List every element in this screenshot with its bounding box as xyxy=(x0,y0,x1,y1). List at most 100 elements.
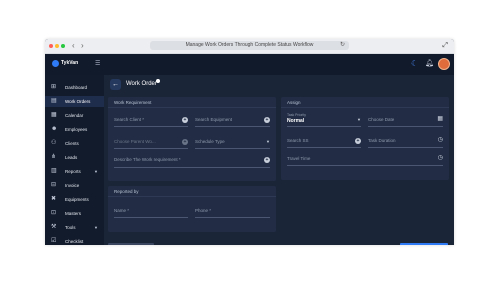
add-equipment-icon[interactable]: + xyxy=(264,117,270,123)
address-text: Manage Work Orders Through Complete Stat… xyxy=(185,42,314,48)
sidebar-item-reports[interactable]: ▥ Reports ▼ xyxy=(45,166,104,177)
sidebar-item-label: Employees xyxy=(65,127,88,132)
maximize-window-dot[interactable] xyxy=(61,44,65,48)
minimize-window-dot[interactable] xyxy=(55,44,59,48)
sidebar-item-clients[interactable]: ⚇ Clients xyxy=(45,138,104,149)
invoice-icon: ⊟ xyxy=(51,182,57,188)
app-window: ‹ › Manage Work Orders Through Complete … xyxy=(45,39,454,245)
moon-icon[interactable]: ☾ xyxy=(411,59,418,68)
chevron-down-icon: ▼ xyxy=(94,225,98,230)
travel-time-field[interactable]: Travel Time ◷ xyxy=(287,153,443,166)
field-label: Search SS xyxy=(287,138,309,143)
sidebar-item-label: Clients xyxy=(65,141,79,146)
sidebar-item-work-orders[interactable]: ▤ Work Orders xyxy=(45,96,104,107)
field-label: Task Duration xyxy=(368,138,396,143)
divider xyxy=(108,107,276,108)
sidebar-item-equipments[interactable]: ✖ Equipments xyxy=(45,194,104,205)
sidebar-item-calendar[interactable]: ▦ Calendar xyxy=(45,110,104,121)
phone-field[interactable]: Phone * xyxy=(195,205,270,218)
name-field[interactable]: Name * xyxy=(114,205,188,218)
hamburger-icon[interactable]: ☰ xyxy=(95,60,100,67)
sidebar-item-employees[interactable]: ☻ Employees xyxy=(45,124,104,135)
clients-icon: ⚇ xyxy=(51,140,57,146)
expand-icon[interactable]: ⤢ xyxy=(442,41,448,51)
choose-parent-field[interactable]: Choose Parent Wo... + xyxy=(114,136,188,149)
checklist-icon: ☑ xyxy=(51,238,57,244)
forward-arrow-icon[interactable]: › xyxy=(81,41,84,51)
sidebar-item-label: Calendar xyxy=(65,113,84,118)
sidebar-item-leads[interactable]: ⋔ Leads xyxy=(45,152,104,163)
sidebar-item-masters[interactable]: ⊡ Masters xyxy=(45,208,104,219)
back-button[interactable]: ← xyxy=(110,79,121,90)
work-requirement-card: Work Requirement Search Client * + Searc… xyxy=(108,97,276,181)
add-ss-icon[interactable]: + xyxy=(355,138,361,144)
browser-toolbar: ‹ › Manage Work Orders Through Complete … xyxy=(45,39,454,54)
sidebar-item-label: Invoice xyxy=(65,183,80,188)
search-equipment-field[interactable]: Search Equipment + xyxy=(195,114,270,127)
tools-icon: ⚒ xyxy=(51,224,57,230)
info-icon[interactable] xyxy=(156,79,160,83)
back-arrow-icon[interactable]: ‹ xyxy=(72,41,75,51)
field-label: Describe The Work requirement * xyxy=(114,157,181,162)
sidebar-item-label: Masters xyxy=(65,211,82,216)
describe-work-field[interactable]: Describe The Work requirement * + xyxy=(114,153,270,168)
secondary-button[interactable] xyxy=(108,243,154,245)
sidebar-item-label: Reports xyxy=(65,169,81,174)
sidebar-item-dashboard[interactable]: ⊞ Dashboard xyxy=(45,82,104,93)
sidebar-item-label: Tools xyxy=(65,225,76,230)
dashboard-icon: ⊞ xyxy=(51,84,57,90)
avatar[interactable] xyxy=(438,58,450,70)
clock-icon[interactable]: ◷ xyxy=(438,155,443,162)
chevron-down-icon: ▼ xyxy=(94,169,98,174)
chevron-down-icon: ▼ xyxy=(266,139,270,144)
sidebar-item-tools[interactable]: ⚒ Tools ▼ xyxy=(45,222,104,233)
calendar-icon[interactable]: ▦ xyxy=(437,116,443,123)
logo-icon xyxy=(52,60,59,67)
field-label: Search Equipment xyxy=(195,117,233,122)
bell-icon[interactable]: 🔔︎ xyxy=(425,59,434,68)
choose-date-field[interactable]: Choose Date ▦ xyxy=(368,114,443,127)
address-bar[interactable]: Manage Work Orders Through Complete Stat… xyxy=(150,41,349,50)
sidebar-item-label: Equipments xyxy=(65,197,89,202)
reload-icon[interactable]: ↻ xyxy=(340,41,345,50)
task-duration-field[interactable]: Task Duration ◷ xyxy=(368,135,443,148)
work-orders-icon: ▤ xyxy=(51,98,57,104)
divider xyxy=(281,107,449,108)
page-title: Work Order xyxy=(126,81,157,87)
chevron-down-icon: ▼ xyxy=(357,117,361,122)
schedule-type-select[interactable]: Schedule Type ▼ xyxy=(195,136,270,149)
reports-icon: ▥ xyxy=(51,168,57,174)
arrow-left-icon: ← xyxy=(112,81,119,88)
primary-button[interactable] xyxy=(400,243,448,245)
sidebar-item-invoice[interactable]: ⊟ Invoice xyxy=(45,180,104,191)
calendar-icon: ▦ xyxy=(51,112,57,118)
task-priority-select[interactable]: Task Priority Normal ▼ xyxy=(287,113,361,127)
field-label: Phone * xyxy=(195,208,212,213)
divider xyxy=(108,196,276,197)
close-window-dot[interactable] xyxy=(49,44,53,48)
field-label: Search Client * xyxy=(114,117,145,122)
sidebar-item-label: Leads xyxy=(65,155,78,160)
field-label: Choose Date xyxy=(368,117,395,122)
clock-icon[interactable]: ◷ xyxy=(438,137,443,144)
sidebar-item-checklist[interactable]: ☑ Checklist xyxy=(45,236,104,245)
card-title: Work Requirement xyxy=(114,100,152,105)
task-priority-value: Normal xyxy=(287,118,305,124)
add-description-icon[interactable]: + xyxy=(264,157,270,163)
assign-card: Assign Task Priority Normal ▼ Choose Dat… xyxy=(281,97,449,180)
search-ss-field[interactable]: Search SS + xyxy=(287,135,361,148)
main-content: ← Work Order Work Requirement Search Cli… xyxy=(104,75,454,245)
add-client-icon[interactable]: + xyxy=(182,117,188,123)
search-client-field[interactable]: Search Client * + xyxy=(114,114,188,127)
sidebar-item-label: Checklist xyxy=(65,239,84,244)
add-parent-icon[interactable]: + xyxy=(182,139,188,145)
leads-icon: ⋔ xyxy=(51,154,57,160)
equipments-icon: ✖ xyxy=(51,196,57,202)
field-label: Travel Time xyxy=(287,156,311,161)
app-topbar: TykVan ☰ ☾ 🔔︎ xyxy=(45,54,454,75)
field-label: Task Priority xyxy=(287,113,307,117)
field-label: Choose Parent Wo... xyxy=(114,139,156,144)
reported-by-card: Reported by Name * Phone * xyxy=(108,186,276,232)
field-label: Name * xyxy=(114,208,130,213)
sidebar-item-label: Work Orders xyxy=(65,99,91,104)
